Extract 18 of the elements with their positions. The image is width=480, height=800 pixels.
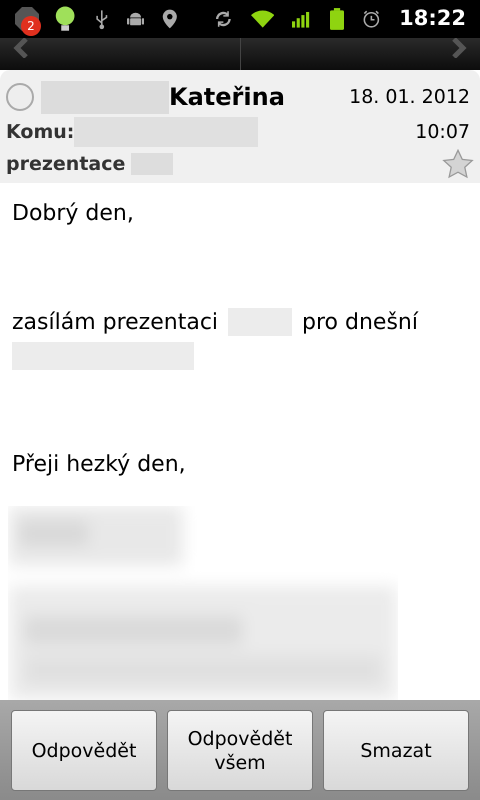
select-checkbox[interactable] (6, 83, 34, 111)
body-text: pro dnešní (302, 308, 418, 337)
notification-badge: 2 (21, 16, 41, 36)
body-text: Přeji hezký den, (12, 451, 186, 480)
recipient-label: Komu: (6, 120, 74, 145)
sender-name: Kateřina (169, 82, 285, 113)
battery-icon (330, 5, 344, 33)
wifi-icon (250, 8, 274, 30)
clock-time: 18:22 (399, 5, 466, 32)
body-text: zasílám prezentaci (12, 308, 218, 337)
action-button[interactable]: Odpovědět všem (167, 710, 313, 791)
action-button[interactable]: Odpovědět (11, 710, 157, 791)
message-date: 18. 01. 2012 (349, 84, 471, 110)
subject-text: prezentace (6, 152, 126, 177)
message-time: 10:07 (415, 120, 471, 145)
star-icon[interactable] (442, 149, 474, 179)
body-text: Dobrý den, (12, 200, 134, 228)
action-button[interactable]: Smazat (323, 710, 469, 791)
